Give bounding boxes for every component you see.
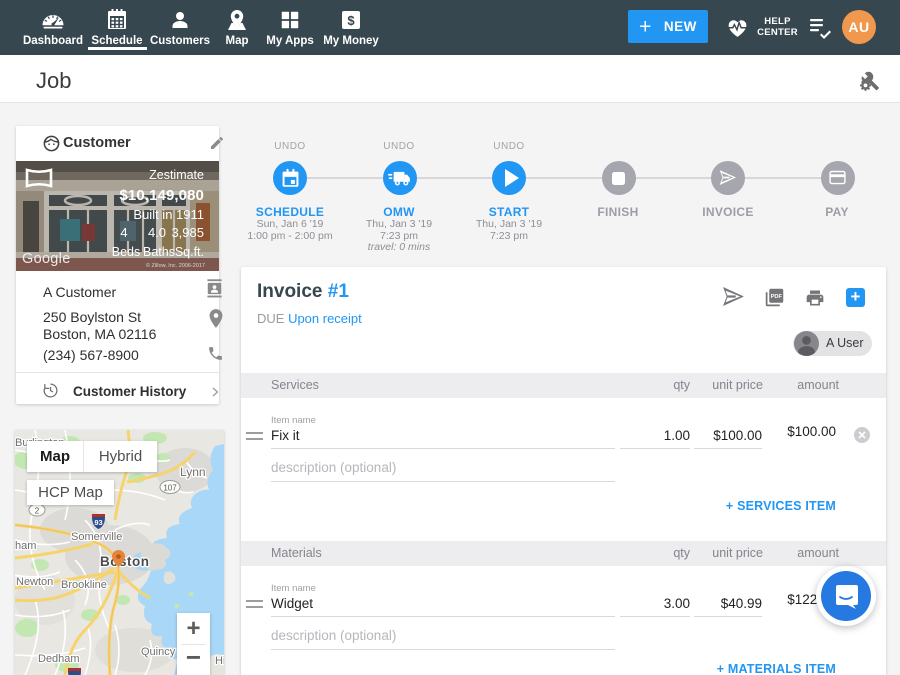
svg-text:Newton: Newton bbox=[16, 576, 53, 588]
svg-text:$: $ bbox=[347, 13, 355, 28]
svg-text:107: 107 bbox=[163, 484, 177, 493]
svg-text:93: 93 bbox=[94, 518, 102, 527]
svg-text:Quincy: Quincy bbox=[141, 646, 176, 658]
svg-text:Lynn: Lynn bbox=[180, 465, 206, 479]
svg-text:PDF: PDF bbox=[771, 294, 783, 300]
svg-text:Hi: Hi bbox=[215, 655, 224, 667]
svg-text:2: 2 bbox=[35, 507, 40, 516]
svg-text:ham: ham bbox=[15, 540, 36, 552]
svg-text:Somerville: Somerville bbox=[71, 531, 122, 543]
svg-text:Dedham: Dedham bbox=[38, 653, 80, 665]
svg-text:Brookline: Brookline bbox=[61, 579, 107, 591]
